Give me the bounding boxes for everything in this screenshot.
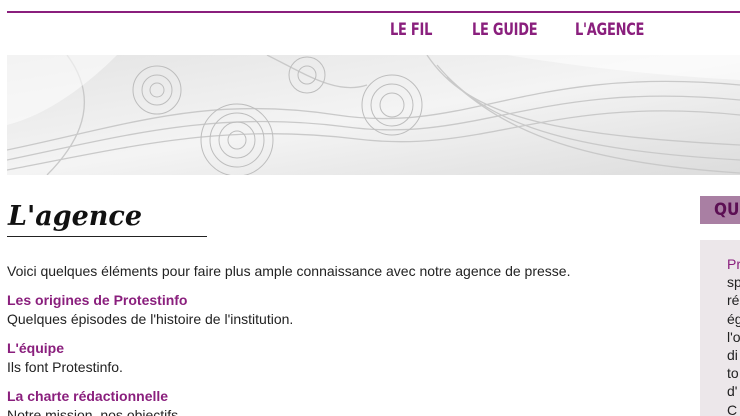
nav-l-agence[interactable]: L'AGENCE [575, 20, 644, 40]
section-equipe: L'équipe Ils font Protestinfo. [7, 339, 667, 377]
sidebar-line: ré [727, 292, 740, 309]
main-nav: LE FIL LE GUIDE L'AGENCE [0, 20, 740, 46]
sidebar-line: l'o [727, 328, 740, 345]
sidebar-line: ég [727, 310, 740, 327]
sidebar-line[interactable]: Pr [727, 255, 740, 273]
section-link-charte[interactable]: La charte rédactionnelle [7, 387, 667, 406]
title-block: L'agence [7, 200, 207, 237]
section-desc-equipe: Ils font Protestinfo. [7, 359, 123, 375]
sidebar-heading: QU' [700, 196, 740, 224]
intro-text: Voici quelques éléments pour faire plus … [7, 263, 571, 279]
banner-image [7, 55, 740, 175]
sidebar-line: to [727, 365, 739, 382]
section-charte: La charte rédactionnelle Notre mission, … [7, 387, 667, 416]
section-desc-charte: Notre mission, nos objectifs. [7, 407, 183, 416]
section-desc-origines: Quelques épisodes de l'histoire de l'ins… [7, 311, 294, 327]
sidebar-heading-text: QU' [714, 200, 740, 220]
top-rule [7, 11, 740, 13]
sidebar-line: sp [727, 274, 740, 291]
sidebar-text: Pr sp ré ég l'o di to d' C [727, 255, 740, 416]
main-content: Voici quelques éléments pour faire plus … [7, 262, 667, 416]
sidebar-line: d' [727, 383, 738, 400]
section-link-origines[interactable]: Les origines de Protestinfo [7, 291, 667, 310]
section-origines: Les origines de Protestinfo Quelques épi… [7, 291, 667, 329]
nav-le-fil[interactable]: LE FIL [390, 20, 432, 40]
paper-rolls-image [7, 55, 740, 175]
nav-le-guide[interactable]: LE GUIDE [472, 20, 538, 40]
sidebar-line: di [727, 347, 738, 364]
section-link-equipe[interactable]: L'équipe [7, 339, 667, 358]
page-title: L'agence [8, 201, 143, 232]
title-underline [7, 236, 207, 237]
sidebar-line: C [727, 401, 738, 416]
sidebar-box: Pr sp ré ég l'o di to d' C [700, 240, 740, 416]
